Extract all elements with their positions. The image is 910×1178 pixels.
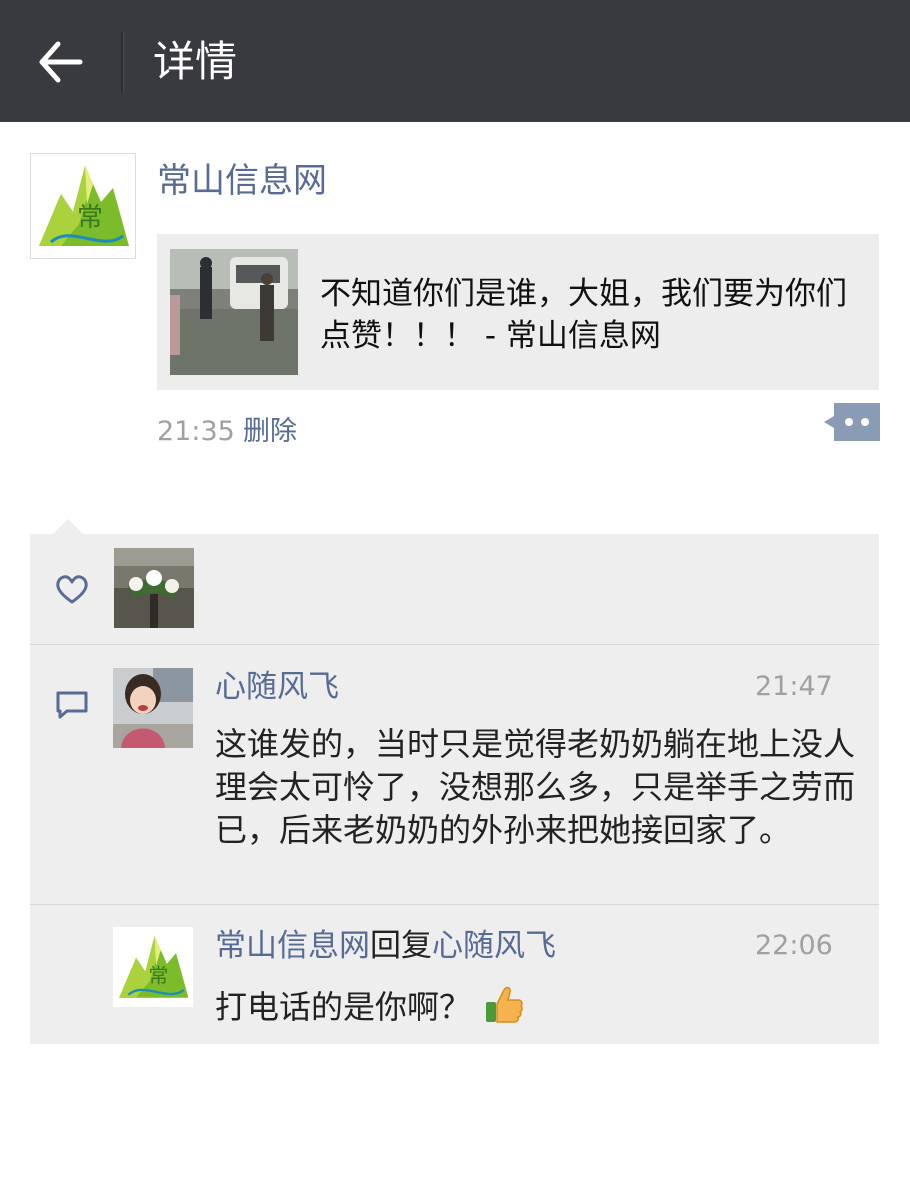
reply-text: 打电话的是你啊？ — [215, 988, 472, 1026]
thumbs-up-icon — [483, 984, 525, 1026]
back-arrow-icon[interactable] — [36, 38, 84, 86]
page-title: 详情 — [153, 37, 238, 86]
comment-time: 21:47 — [755, 671, 833, 702]
heart-icon — [55, 574, 89, 606]
like-user-avatar[interactable] — [114, 548, 194, 628]
shared-link-thumbnail — [170, 249, 298, 375]
reply-time: 22:06 — [755, 930, 833, 961]
comment-text: 这谁发的，当时只是觉得老奶奶躺在地上没人理会太可怜了，没想那么多，只是举手之劳而… — [215, 725, 856, 849]
panel-arrow — [52, 519, 84, 535]
comment-divider — [30, 904, 879, 905]
shared-link-card[interactable]: 不知道你们是谁，大姐，我们要为你们点赞！！！ - 常山信息网 — [157, 234, 879, 390]
reply-author-avatar[interactable]: 常 — [113, 927, 193, 1007]
reply-target-name[interactable]: 心随风飞 — [432, 928, 556, 964]
reply-header: 常山信息网回复心随风飞 — [215, 925, 556, 967]
panel-divider — [30, 644, 879, 645]
delete-link[interactable]: 删除 — [243, 414, 297, 450]
author-avatar[interactable]: 常 — [30, 153, 136, 259]
comment-icon — [55, 690, 89, 720]
post-time: 21:35 — [157, 416, 235, 447]
reply-content: 打电话的是你啊？ — [215, 984, 525, 1030]
header-divider — [121, 32, 124, 92]
comment-author-name[interactable]: 心随风飞 — [215, 666, 339, 708]
top-bar: 详情 — [0, 0, 910, 122]
commenter-avatar[interactable] — [113, 668, 193, 748]
svg-text:常: 常 — [77, 203, 103, 233]
svg-text:常: 常 — [148, 963, 168, 987]
post-author-name[interactable]: 常山信息网 — [157, 158, 327, 204]
more-options-icon[interactable] — [822, 403, 880, 441]
reply-author-name[interactable]: 常山信息网 — [215, 928, 370, 964]
reply-word: 回复 — [370, 928, 432, 964]
shared-link-title: 不知道你们是谁，大姐，我们要为你们点赞！！！ - 常山信息网 — [320, 276, 847, 354]
